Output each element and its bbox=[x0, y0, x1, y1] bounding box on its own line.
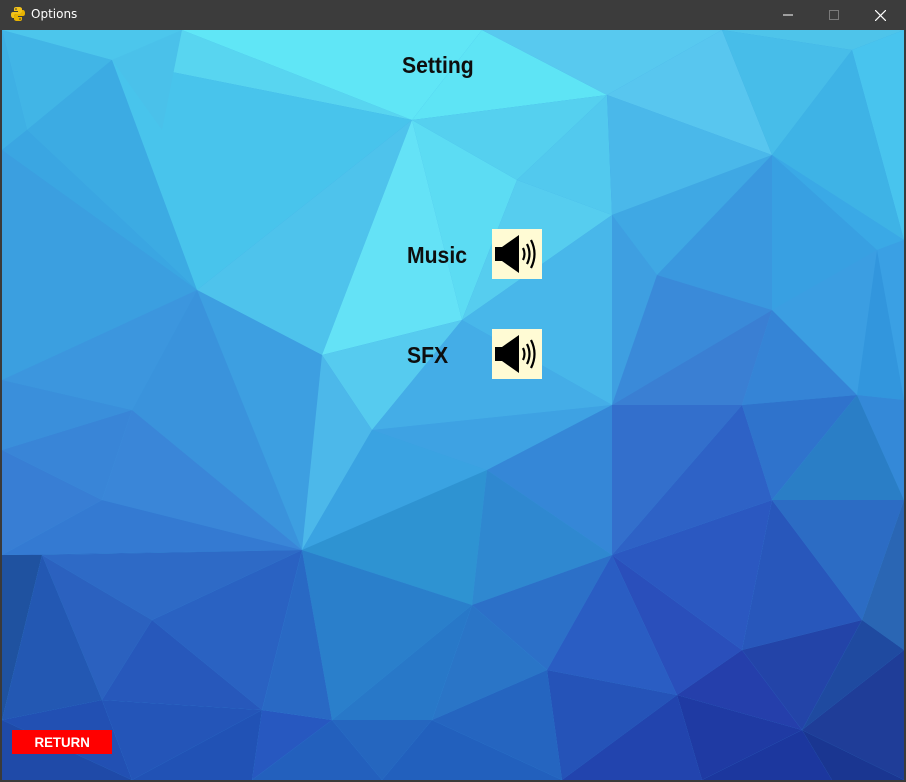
page-title: Setting bbox=[402, 52, 474, 78]
sfx-label: SFX bbox=[407, 342, 449, 368]
minimize-icon bbox=[783, 14, 793, 16]
python-snake-icon bbox=[11, 7, 25, 21]
polygon-background bbox=[2, 30, 904, 780]
window-title: Options bbox=[31, 7, 78, 21]
game-canvas: Setting Music SFX RETURN bbox=[2, 30, 904, 780]
return-button[interactable]: RETURN bbox=[12, 730, 112, 754]
speaker-on-icon bbox=[495, 335, 536, 373]
speaker-on-icon bbox=[495, 235, 536, 273]
music-label: Music bbox=[407, 242, 467, 268]
title-bar[interactable]: Options bbox=[0, 0, 906, 30]
sfx-toggle-button[interactable] bbox=[492, 329, 542, 379]
return-button-label: RETURN bbox=[34, 734, 90, 750]
maximize-icon bbox=[829, 10, 839, 20]
close-icon bbox=[874, 9, 886, 21]
close-button[interactable] bbox=[857, 0, 903, 30]
app-window: Options Setting Music SFX RETURN bbox=[0, 0, 906, 782]
music-toggle-button[interactable] bbox=[492, 229, 542, 279]
minimize-button[interactable] bbox=[765, 0, 811, 30]
maximize-button[interactable] bbox=[811, 0, 857, 30]
